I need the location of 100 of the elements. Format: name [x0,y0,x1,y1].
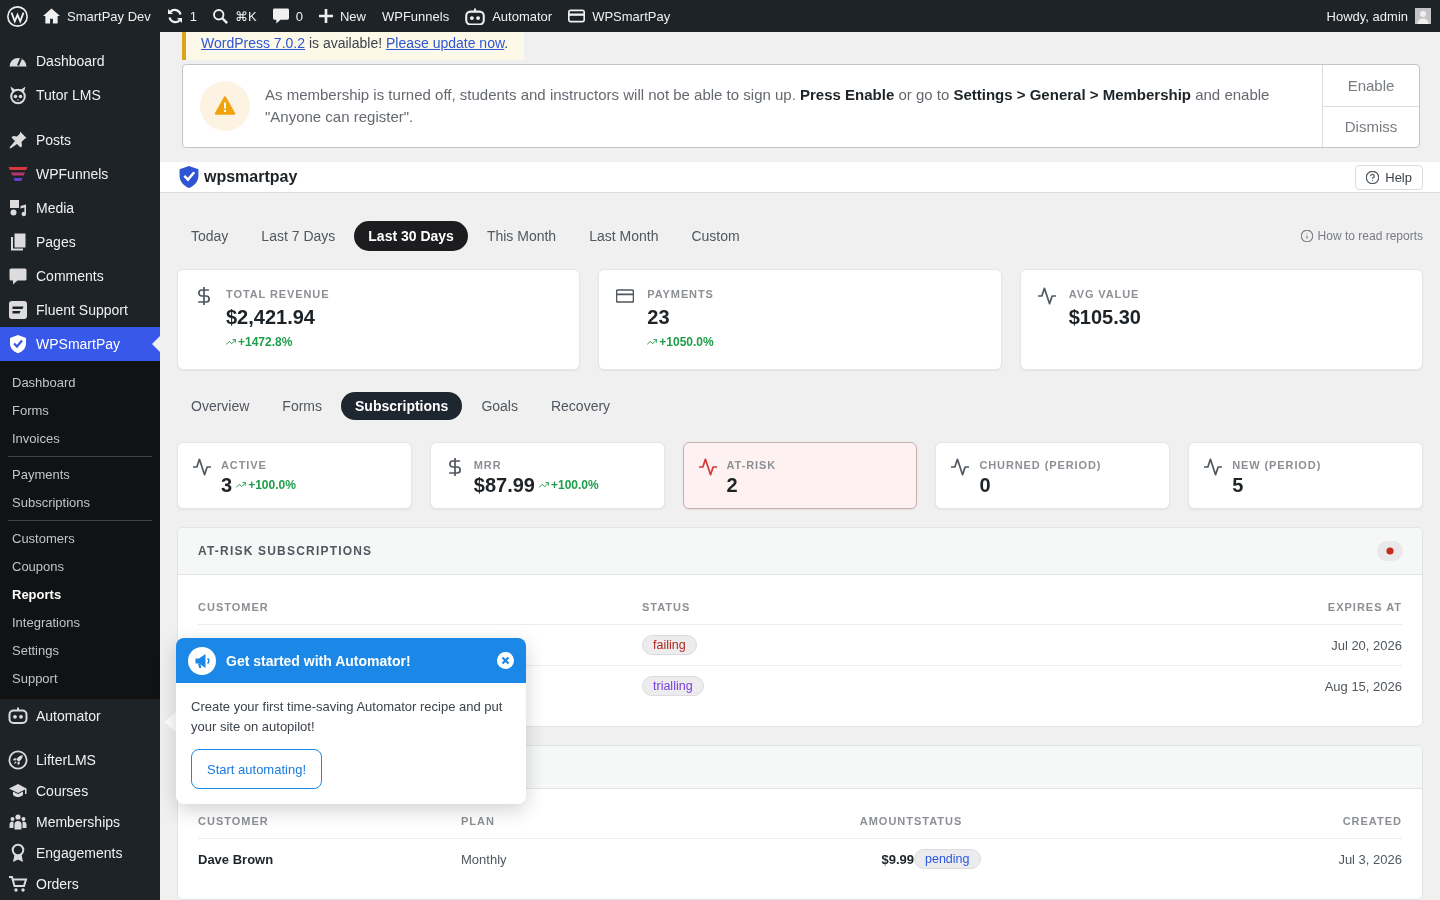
new-content-link[interactable]: New [310,0,374,32]
pulse-icon [1204,458,1223,476]
menu-item[interactable]: Fluent Support [0,293,160,327]
column-header: CREATED [1342,815,1402,827]
submenu-item[interactable]: Integrations [0,608,160,636]
menu-item[interactable]: Posts [0,123,160,157]
megaphone-icon [188,646,216,675]
toolbar-link[interactable]: Automator [457,0,561,32]
logo-icon [7,5,28,27]
comment-icon [8,266,28,286]
column-header: PLAN [461,815,495,827]
pulse-icon [698,458,717,476]
menu-item[interactable]: Comments [0,259,160,293]
change-percent: +100.0% [248,477,296,493]
submenu-item[interactable]: Reports [0,580,160,608]
submenu-item[interactable]: Dashboard [0,368,160,396]
help-button[interactable]: Help [1355,164,1423,190]
help-link[interactable]: How to read reports [1300,229,1423,243]
updates-link[interactable]: 1 [158,0,206,32]
card-icon [616,287,635,305]
metric-value: 3 [221,473,233,498]
menu-item[interactable]: Orders [0,868,160,899]
submenu-item[interactable]: Payments [0,460,160,488]
dollar-icon [195,287,213,305]
range-tab[interactable]: This Month [472,221,571,251]
brand-name: wpsmartpay [204,168,298,186]
notice-action-button[interactable]: Enable [1323,65,1419,106]
menu-item[interactable]: Engagements [0,837,160,868]
status-tag: failing [642,635,697,655]
pages-icon [8,232,28,252]
submenu-item[interactable]: Coupons [0,552,160,580]
submenu-item[interactable]: Settings [0,636,160,664]
change-percent: +100.0% [550,477,599,493]
change-percent: +1050.0% [659,334,714,350]
menu-item[interactable]: Automator [0,699,160,733]
update-message: WordPress 7.0.2 is available! Please update now. [201,34,509,53]
menu-item[interactable]: Tutor LMS [0,78,160,112]
comments-link[interactable]: 0 [264,0,311,32]
range-tab[interactable]: Last 7 Days [247,221,350,251]
column-header: STATUS [642,601,691,613]
range-tab[interactable]: Today [177,221,243,251]
metric-value: $105.30 [1068,305,1141,330]
toolbar-link[interactable]: WPSmartPay [560,0,679,32]
comment-icon [272,8,289,24]
notice-action-button[interactable]: Dismiss [1323,105,1419,147]
submenu-item[interactable]: Customers [0,524,160,552]
expiry-date: Aug 15, 2026 [1324,678,1402,694]
menu-item[interactable]: Media [0,191,160,225]
submenu-item[interactable]: Subscriptions [0,488,160,516]
tile-icon [8,300,28,320]
metric-value: $87.99 [473,473,535,498]
report-tab[interactable]: Recovery [536,392,625,420]
home-icon [43,8,60,24]
popup-title: Get started with Automator! [226,652,412,669]
menu-item[interactable]: WPFunnels [0,157,160,191]
submenu-item[interactable]: Forms [0,396,160,424]
refresh-icon [166,8,183,24]
column-header: STATUS [914,815,963,827]
range-tab[interactable]: Last 30 Days [354,221,468,251]
search-icon [213,8,229,24]
column-header: CUSTOMER [198,815,269,827]
plan-name: Monthly [461,851,507,867]
people-icon [8,811,28,832]
close-icon [497,652,514,669]
metric-label: CHURNED (PERIOD) [979,458,1102,472]
report-tab[interactable]: Goals [467,392,532,420]
metric-label: TOTAL REVENUE [226,287,330,301]
cart-icon [8,873,28,894]
pin-icon [8,130,28,150]
menu-item[interactable]: Memberships [0,806,160,837]
plus-icon [318,9,333,23]
report-tab[interactable]: Subscriptions [341,392,463,420]
close-button[interactable] [497,652,514,669]
metric-label: AT-RISK [726,458,777,472]
account-link[interactable]: Howdy, admin [1318,0,1440,32]
start-button[interactable]: Start automating! [191,749,322,789]
menu-item[interactable]: Pages [0,225,160,259]
menu-item[interactable]: LifterLMS [0,744,160,775]
submenu-item[interactable]: Invoices [0,424,160,452]
pulse-icon [1037,287,1056,305]
report-tab[interactable]: Forms [268,392,337,420]
menu-item[interactable]: Dashboard [0,44,160,78]
avatar-icon [1415,8,1431,24]
search-button[interactable]: ⌘K [205,0,265,32]
menu-item[interactable]: Courses [0,775,160,806]
report-tab[interactable]: Overview [177,392,264,420]
metric-label: PAYMENTS [647,287,714,301]
metric-label: MRR [473,458,502,472]
panel-title: AT-RISK SUBSCRIPTIONS [198,544,373,558]
menu-item[interactable]: WPSmartPay [0,327,160,361]
pulse-icon [193,458,211,476]
range-tab[interactable]: Last Month [575,221,673,251]
created-date: Jul 3, 2026 [1338,851,1402,867]
metric-value: 23 [647,305,670,330]
site-link[interactable]: SmartPay Dev [35,0,159,32]
column-header: CUSTOMER [198,601,269,613]
submenu-item[interactable]: Support [0,664,160,692]
notice-link[interactable]: WordPress 7.0.2 [201,35,305,51]
toolbar-link[interactable]: WPFunnels [373,0,458,32]
range-tab[interactable]: Custom [677,221,754,251]
